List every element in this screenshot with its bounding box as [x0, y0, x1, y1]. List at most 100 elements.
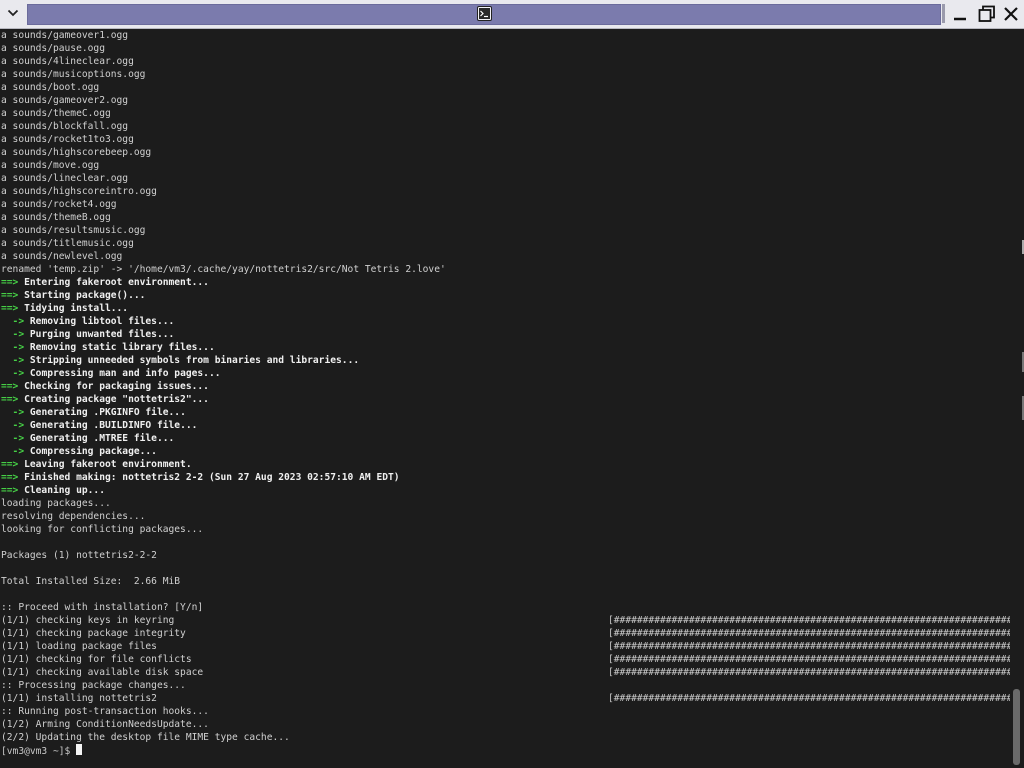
terminal-line: Total Installed Size: 2.66 MiB [0, 575, 1010, 588]
terminal-line: a sounds/themeB.ogg [0, 211, 1010, 224]
substep-marker: -> [1, 355, 25, 366]
line-text: Tidying install... [24, 303, 129, 314]
line-text: renamed 'temp.zip' -> '/home/vm3/.cache/… [1, 264, 446, 275]
line-text: Purging unwanted files... [29, 329, 175, 340]
line-text: resolving dependencies... [1, 511, 146, 522]
line-text: Finished making: nottetris2 2-2 (Sun 27 … [24, 472, 400, 483]
terminal-line: :: Running post-transaction hooks... [0, 705, 1010, 718]
line-text: Entering fakeroot environment... [24, 277, 209, 288]
line-text: a sounds/resultsmusic.ogg [1, 225, 146, 236]
line-text: :: Proceed with installation? [Y/n] [1, 602, 204, 613]
line-text: a sounds/themeB.ogg [1, 212, 111, 223]
line-text: Stripping unneeded symbols from binaries… [29, 355, 360, 366]
terminal-line: a sounds/musicoptions.ogg [0, 68, 1010, 81]
maximize-button[interactable] [975, 2, 999, 26]
progress-bar: [#######################################… [608, 693, 1010, 704]
terminal-line: ==> Tidying install... [0, 302, 1010, 315]
terminal-line: a sounds/themeC.ogg [0, 107, 1010, 120]
line-text: Cleaning up... [24, 485, 105, 496]
line-text: :: Running post-transaction hooks... [1, 706, 209, 717]
step-marker: ==> [1, 303, 19, 314]
terminal-line: ==> Creating package "nottetris2"... [0, 393, 1010, 406]
terminal-line: a sounds/highscorebeep.ogg [0, 146, 1010, 159]
terminal-line: (1/1) checking for file conflicts [######… [0, 653, 1010, 666]
progress-bar: [#######################################… [608, 667, 1010, 678]
line-text: (1/1) loading package files [1, 641, 157, 652]
terminal-line: a sounds/newlevel.ogg [0, 250, 1010, 263]
terminal-line: a sounds/pause.ogg [0, 42, 1010, 55]
progress-bar: [#######################################… [608, 615, 1010, 626]
substep-marker: -> [1, 420, 25, 431]
title-bar [0, 0, 1024, 29]
progress-bar: [#######################################… [608, 654, 1010, 665]
window-title-field[interactable] [27, 4, 941, 25]
substep-marker: -> [1, 342, 25, 353]
substep-marker: -> [1, 368, 25, 379]
terminal-line: loading packages... [0, 497, 1010, 510]
terminal-line: ==> Entering fakeroot environment... [0, 276, 1010, 289]
terminal-line: a sounds/boot.ogg [0, 81, 1010, 94]
progress-bar: [#######################################… [608, 641, 1010, 652]
scrollbar-thumb[interactable] [1013, 689, 1020, 765]
line-text: loading packages... [1, 498, 111, 509]
terminal-line: :: Processing package changes... [0, 679, 1010, 692]
step-marker: ==> [1, 394, 19, 405]
terminal-line: ==> Finished making: nottetris2 2-2 (Sun… [0, 471, 1010, 484]
line-text: Total Installed Size: 2.66 MiB [1, 576, 181, 587]
line-text: looking for conflicting packages... [1, 524, 204, 535]
line-text: a sounds/titlemusic.ogg [1, 238, 134, 249]
step-marker: ==> [1, 277, 19, 288]
terminal-line: -> Compressing package... [0, 445, 1010, 458]
line-text: a sounds/blockfall.ogg [1, 121, 129, 132]
line-text: Compressing package... [29, 446, 157, 457]
close-icon [1004, 7, 1018, 21]
line-text: (1/1) installing nottetris2 [1, 693, 157, 704]
terminal-line: a sounds/rocket4.ogg [0, 198, 1010, 211]
line-text: (1/2) Arming ConditionNeedsUpdate... [1, 719, 209, 730]
step-marker: ==> [1, 459, 19, 470]
line-text: Leaving fakeroot environment. [24, 459, 192, 470]
minimize-icon [954, 17, 966, 21]
line-text: a sounds/highscoreintro.ogg [1, 186, 157, 197]
line-text: Starting package()... [24, 290, 146, 301]
terminal-line: -> Removing libtool files... [0, 315, 1010, 328]
line-text: Removing libtool files... [29, 316, 175, 327]
progress-bar: [#######################################… [608, 628, 1010, 639]
terminal-line: a sounds/gameover2.ogg [0, 94, 1010, 107]
terminal-line: looking for conflicting packages... [0, 523, 1010, 536]
prompt-line[interactable]: [vm3@vm3 ~]$ [0, 744, 1010, 757]
line-text: (1/1) checking for file conflicts [1, 654, 192, 665]
terminal-output[interactable]: a sounds/gameover1.ogg a sounds/pause.ogg… [0, 29, 1010, 768]
line-text: (1/1) checking package integrity [1, 628, 186, 639]
terminal-line: a sounds/rocket1to3.ogg [0, 133, 1010, 146]
terminal-line: -> Stripping unneeded symbols from binar… [0, 354, 1010, 367]
terminal-line: -> Generating .BUILDINFO file... [0, 419, 1010, 432]
line-text: a sounds/4lineclear.ogg [1, 56, 134, 67]
window-menu-button[interactable] [3, 3, 23, 23]
line-text: a sounds/highscorebeep.ogg [1, 147, 152, 158]
line-text: Creating package "nottetris2"... [24, 394, 209, 405]
terminal-line: ==> Starting package()... [0, 289, 1010, 302]
terminal-icon [477, 6, 492, 21]
terminal-line: renamed 'temp.zip' -> '/home/vm3/.cache/… [0, 263, 1010, 276]
terminal-line: ==> Leaving fakeroot environment. [0, 458, 1010, 471]
terminal-line: -> Compressing man and info pages... [0, 367, 1010, 380]
terminal-line: (1/1) loading package files [############… [0, 640, 1010, 653]
close-button[interactable] [999, 2, 1023, 26]
line-text: a sounds/musicoptions.ogg [1, 69, 146, 80]
step-marker: ==> [1, 381, 19, 392]
terminal-line: (1/2) Arming ConditionNeedsUpdate... [0, 718, 1010, 731]
line-text: (1/1) checking keys in keyring [1, 615, 175, 626]
shell-prompt: [vm3@vm3 ~]$ [1, 746, 77, 757]
substep-marker: -> [1, 433, 25, 444]
line-text: Removing static library files... [29, 342, 215, 353]
terminal-window: a sounds/gameover1.ogg a sounds/pause.ogg… [0, 0, 1024, 768]
title-divider [942, 4, 945, 23]
minimize-button[interactable] [948, 2, 972, 26]
line-text: Generating .PKGINFO file... [29, 407, 186, 418]
line-text: a sounds/boot.ogg [1, 82, 100, 93]
terminal-line: (1/1) installing nottetris2 [############… [0, 692, 1010, 705]
substep-marker: -> [1, 446, 25, 457]
